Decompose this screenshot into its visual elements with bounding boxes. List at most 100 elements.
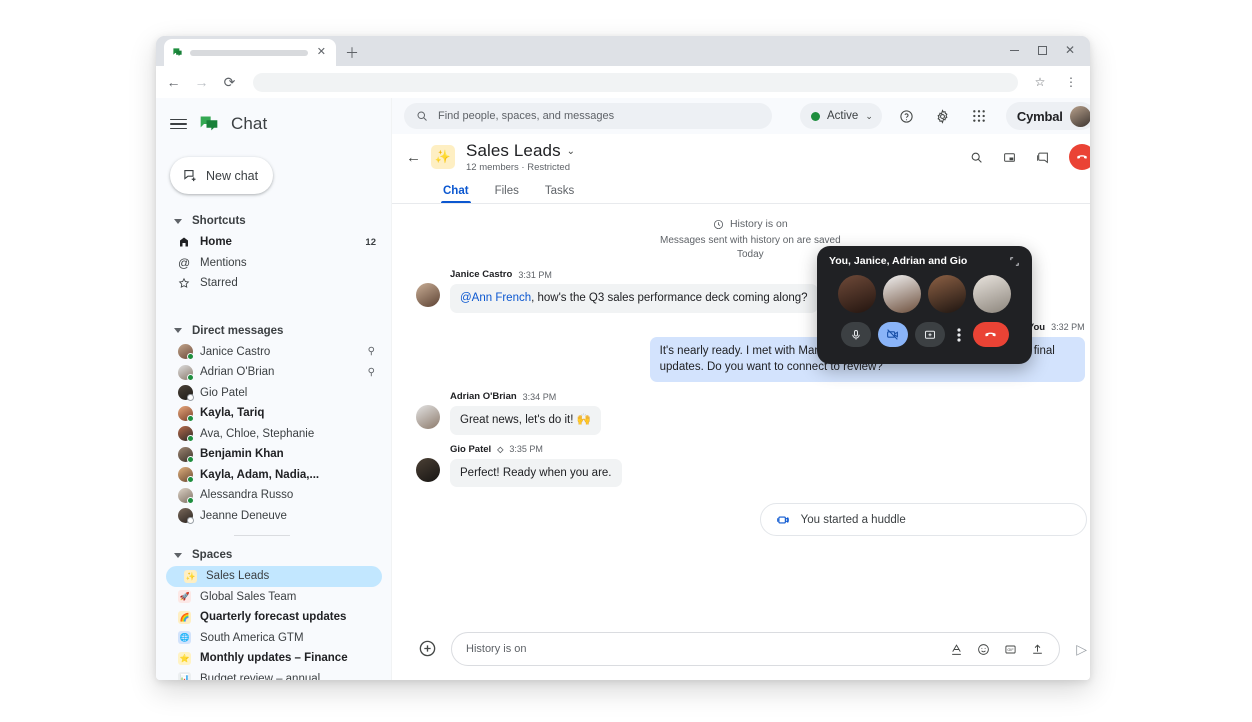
message-bubble[interactable]: Great news, let's do it! 🙌 [450, 406, 601, 435]
screenshot-root: ✕ ＋ ✕ ← → ⟳ ☆ ⋮ Chat New chat Shortcuts … [0, 0, 1252, 722]
dm-item-benjamin-khan[interactable]: Benjamin Khan [160, 444, 382, 465]
apps-grid-icon[interactable] [968, 105, 990, 127]
new-tab-button[interactable]: ＋ [345, 46, 359, 60]
avatar [416, 283, 440, 307]
tab-chat[interactable]: Chat [430, 178, 482, 203]
history-notice-label: History is on [729, 218, 788, 230]
browser-menu-icon[interactable]: ⋮ [1062, 75, 1080, 89]
camera-off-icon[interactable] [877, 322, 908, 347]
hamburger-menu-icon[interactable] [170, 118, 187, 130]
mention-link[interactable]: @Ann French [460, 292, 531, 304]
bookmark-star-icon[interactable]: ☆ [1031, 75, 1049, 89]
dm-item-kayla-adam-nadia[interactable]: Kayla, Adam, Nadia,... [160, 465, 382, 486]
format-text-icon[interactable] [949, 643, 964, 656]
tab-tasks[interactable]: Tasks [532, 178, 587, 203]
space-icon: 📊 [178, 672, 191, 680]
room-title-row[interactable]: Sales Leads ⌄ [466, 141, 575, 161]
address-bar[interactable] [253, 72, 1018, 92]
sidebar-item-starred[interactable]: Starred [160, 273, 382, 294]
new-chat-button[interactable]: New chat [170, 157, 273, 194]
pin-icon: ⚲ [367, 366, 375, 378]
message-input[interactable]: History is on GIF [451, 632, 1060, 666]
history-notice: History is on [392, 218, 1090, 230]
history-clock-icon [713, 219, 724, 230]
expand-icon[interactable] [1009, 256, 1020, 267]
split-view-icon[interactable] [1032, 146, 1054, 168]
space-item-quarterly-forecast-updates[interactable]: 🌈 Quarterly forecast updates [160, 607, 382, 628]
gif-icon[interactable]: GIF [1003, 643, 1018, 656]
send-button[interactable]: ▷ [1073, 641, 1090, 658]
tab-files[interactable]: Files [482, 178, 532, 203]
sidebar-item-label: Starred [200, 277, 238, 290]
brand-row: Chat [156, 104, 391, 144]
huddle-panel[interactable]: You, Janice, Adrian and Gio [817, 246, 1032, 364]
reload-icon[interactable]: ⟳ [222, 75, 237, 89]
sidebar-item-mentions[interactable]: @ Mentions [160, 253, 382, 274]
dm-item-gio-patel[interactable]: Gio Patel [160, 383, 382, 404]
emoji-icon[interactable] [976, 643, 991, 656]
window-minimize-button[interactable] [1000, 38, 1028, 62]
shortcuts-header[interactable]: Shortcuts [156, 210, 391, 232]
tab-title-placeholder [190, 49, 308, 56]
space-item-south-america-gtm[interactable]: 🌐 South America GTM [160, 628, 382, 649]
app-top-bar: Find people, spaces, and messages Active… [392, 98, 1090, 134]
hangup-icon[interactable] [972, 322, 1009, 347]
space-item-sales-leads[interactable]: ✨ Sales Leads [166, 566, 382, 587]
huddle-title-row: You, Janice, Adrian and Gio [829, 255, 1020, 267]
gear-icon[interactable] [932, 105, 954, 127]
message-time: 3:31 PM [518, 269, 552, 280]
dm-section: Direct messages Janice Castro ⚲ Adrian O… [156, 320, 391, 527]
present-screen-icon[interactable] [914, 322, 945, 347]
message-author: Gio Patel [450, 443, 492, 455]
dm-item-label: Benjamin Khan [200, 448, 284, 461]
space-icon: 🚀 [178, 590, 191, 604]
composer-row: History is on GIF ▷ [392, 618, 1090, 680]
mic-icon[interactable] [840, 322, 871, 347]
huddle-event-row[interactable]: You started a huddle [759, 503, 1087, 537]
space-item-global-sales-team[interactable]: 🚀 Global Sales Team [160, 587, 382, 608]
spaces-header[interactable]: Spaces [156, 544, 391, 566]
sidebar-item-home[interactable]: Home 12 [160, 232, 382, 253]
space-item-budget-review-annual[interactable]: 📊 Budget review – annual [160, 669, 382, 680]
message-header: Gio Patel ◇ 3:35 PM [450, 444, 1087, 455]
upload-icon[interactable] [1030, 643, 1045, 656]
huddle-event-label: You started a huddle [800, 513, 906, 526]
org-account-chip[interactable]: Cymbal [1005, 102, 1090, 130]
back-icon[interactable]: ← [166, 75, 181, 89]
new-chat-icon [183, 168, 198, 183]
help-icon[interactable] [896, 105, 918, 127]
dm-item-alessandra-russo[interactable]: Alessandra Russo [160, 485, 382, 506]
dm-item-label: Kayla, Adam, Nadia,... [200, 468, 320, 481]
back-icon[interactable]: ← [406, 149, 421, 166]
window-close-button[interactable]: ✕ [1056, 38, 1084, 62]
tab-close-icon[interactable]: ✕ [315, 47, 328, 58]
dm-item-jeanne-deneuve[interactable]: Jeanne Deneuve [160, 506, 382, 527]
message-body: Gio Patel ◇ 3:35 PM Perfect! Ready when … [450, 444, 1087, 488]
window-maximize-button[interactable] [1028, 38, 1056, 62]
dm-item-adrian-obrian[interactable]: Adrian O'Brian ⚲ [160, 362, 382, 383]
avatar [178, 426, 194, 443]
add-attachment-icon[interactable] [418, 639, 438, 659]
message-author: Janice Castro [450, 269, 513, 280]
browser-tab[interactable]: ✕ [164, 39, 336, 66]
huddle-avatars [829, 275, 1020, 313]
message-row: Gio Patel ◇ 3:35 PM Perfect! Ready when … [392, 435, 1090, 488]
search-in-space-icon[interactable] [966, 146, 988, 168]
tab-label: Chat [443, 184, 469, 197]
shortcuts-section: Shortcuts Home 12 @ Mentions Starred [156, 210, 391, 294]
space-item-monthly-updates-finance[interactable]: ⭐ Monthly updates – Finance [160, 648, 382, 669]
dm-header[interactable]: Direct messages [156, 320, 391, 342]
dm-item-janice-castro[interactable]: Janice Castro ⚲ [160, 342, 382, 363]
open-window-icon[interactable] [999, 146, 1021, 168]
more-options-icon[interactable] [952, 322, 966, 347]
presence-status-button[interactable]: Active ⌄ [800, 103, 882, 129]
end-call-button[interactable] [1068, 144, 1090, 170]
main-chat-column: Find people, spaces, and messages Active… [391, 98, 1090, 680]
forward-icon[interactable]: → [194, 75, 209, 89]
dm-item-ava-chloe-stephanie[interactable]: Ava, Chloe, Stephanie [160, 424, 382, 445]
message-bubble[interactable]: Perfect! Ready when you are. [450, 458, 622, 488]
message-bubble[interactable]: @Ann French, how's the Q3 sales performa… [450, 284, 818, 313]
dm-item-kayla-tariq[interactable]: Kayla, Tariq [160, 403, 382, 424]
search-input[interactable]: Find people, spaces, and messages [404, 103, 772, 129]
left-sidebar: Chat New chat Shortcuts Home 12 @ Mentio… [156, 98, 391, 680]
